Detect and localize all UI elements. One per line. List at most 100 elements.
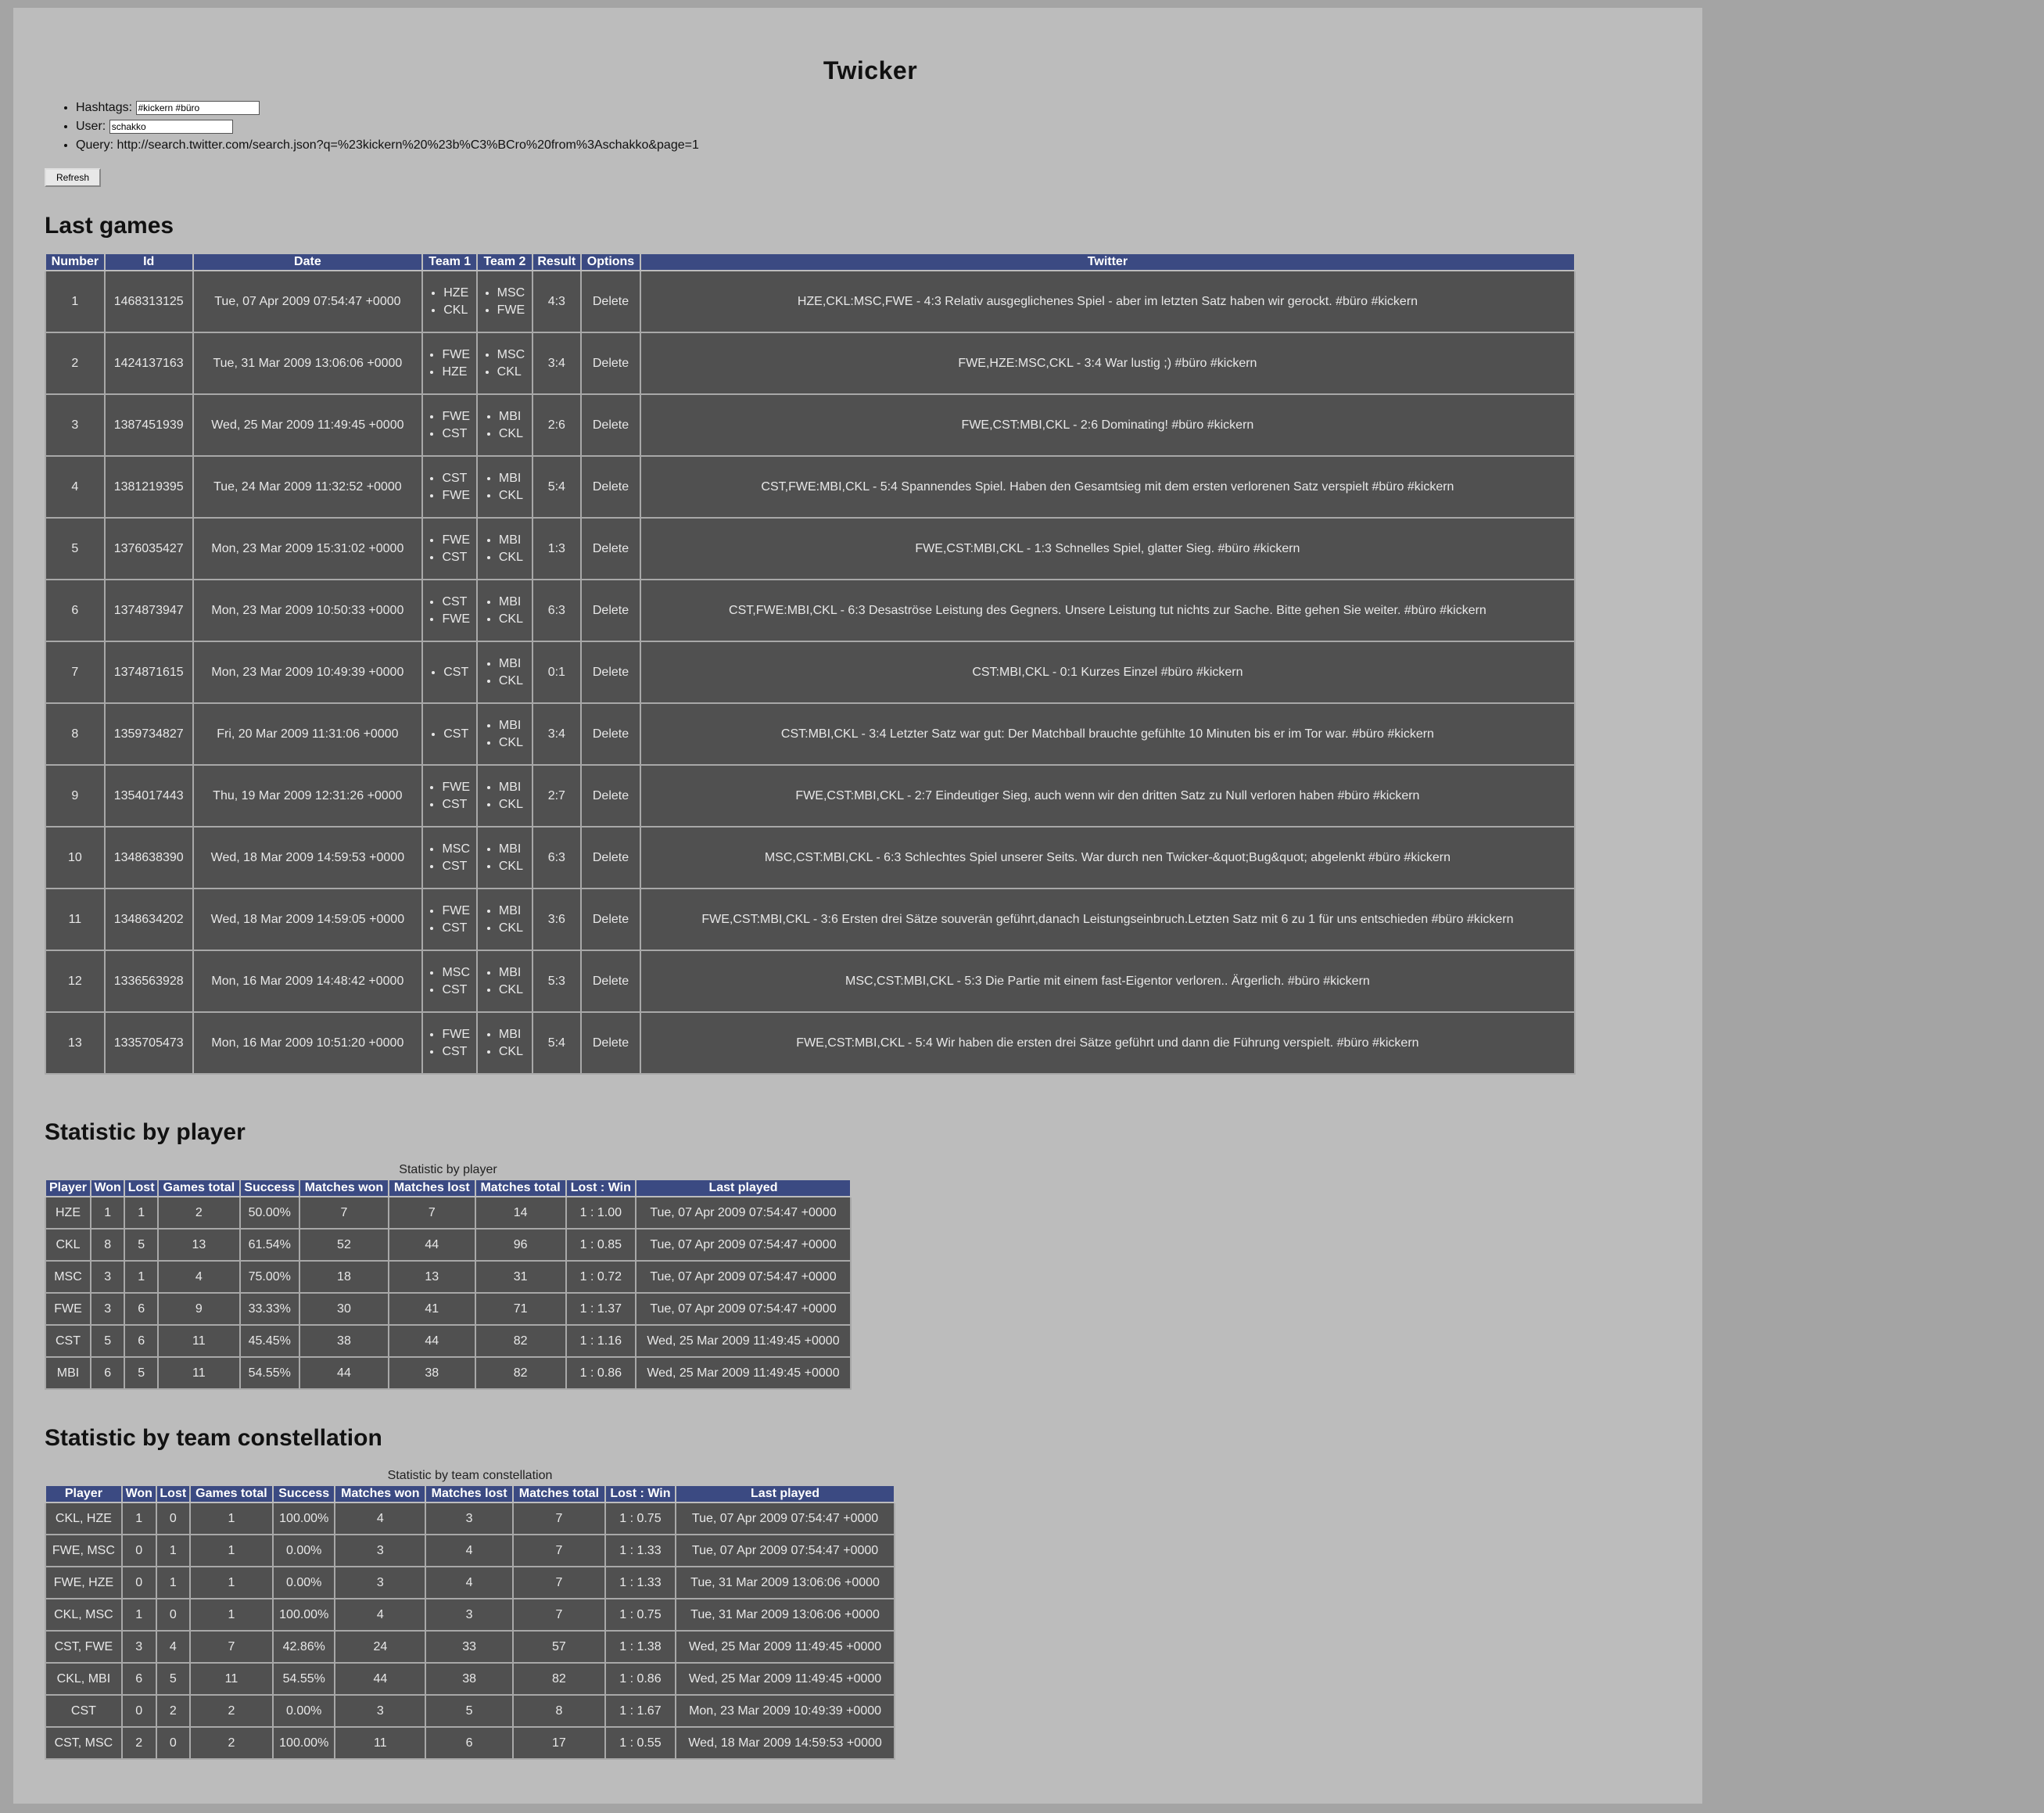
- team-stats-cell: Tue, 07 Apr 2009 07:54:47 +0000: [675, 1502, 895, 1535]
- game-id-cell: 1374873947: [103, 579, 194, 642]
- delete-link[interactable]: Delete: [580, 1011, 641, 1075]
- team-stats-cell: 24: [334, 1630, 427, 1664]
- player-stats-cell: 13: [388, 1260, 476, 1294]
- game-date-cell: Mon, 16 Mar 2009 10:51:20 +0000: [192, 1011, 424, 1075]
- table-row: 11 1348634202 Wed, 18 Mar 2009 14:59:05 +0…: [45, 888, 1576, 951]
- team-stats-cell: 7: [512, 1502, 606, 1535]
- team-stats-cell: 1: [155, 1534, 191, 1567]
- player-stats-cell: 5: [124, 1228, 159, 1262]
- table-row: CKL, MSC 1 0 1 100.00% 4 3 7 1 : 0.75 Tue, 31 Mar…: [45, 1598, 895, 1632]
- player-stats-body: HZE 1 1 2 50.00% 7 7 14 1 : 1.00 Tue, 07 Apr 2009…: [45, 1196, 852, 1390]
- team-stats-cell: 1 : 1.38: [604, 1630, 677, 1664]
- team-player-list: MBICKL: [486, 841, 523, 875]
- team-stats-cell: 0.00%: [271, 1566, 336, 1599]
- player-stats-column-header: Matches total: [474, 1179, 567, 1197]
- team-stats-cell: CKL, HZE: [45, 1502, 123, 1535]
- team-stats-cell: 1 : 0.75: [604, 1598, 677, 1632]
- delete-link[interactable]: Delete: [580, 517, 641, 580]
- delete-link[interactable]: Delete: [580, 332, 641, 395]
- team-stats-cell: 0: [155, 1502, 191, 1535]
- delete-link[interactable]: Delete: [580, 579, 641, 642]
- game-team2-cell: MBICKL: [476, 1011, 533, 1075]
- game-result-cell: 6:3: [531, 579, 583, 642]
- team-player-list: MBICKL: [486, 964, 523, 999]
- game-result-cell: 2:7: [531, 764, 583, 828]
- team-stats-cell: 17: [512, 1726, 606, 1760]
- user-input[interactable]: [109, 119, 233, 134]
- team-stats-cell: 5: [155, 1662, 191, 1696]
- games-header-row: Number Id Date Team 1 Team 2 Result Options Twi…: [45, 253, 1576, 271]
- game-team1-cell: FWECST: [421, 1011, 479, 1075]
- team-player: CST: [443, 664, 468, 681]
- table-row: FWE 3 6 9 33.33% 30 41 71 1 : 1.37 Tue, 07 Apr 20…: [45, 1292, 852, 1326]
- game-team2-cell: MBICKL: [476, 764, 533, 828]
- team-stats-cell: 1 : 1.67: [604, 1694, 677, 1728]
- game-team2-cell: MBICKL: [476, 517, 533, 580]
- team-stats-cell: 6: [120, 1662, 157, 1696]
- team-stats-caption: Statistic by team constellation: [387, 1469, 553, 1482]
- game-result-cell: 6:3: [531, 826, 583, 889]
- team-player-list: MBICKL: [486, 655, 523, 690]
- player-stats-cell: 1 : 0.86: [565, 1356, 637, 1390]
- team-stats-cell: 1: [155, 1566, 191, 1599]
- player-stats-cell: 5: [124, 1356, 159, 1390]
- team-player: FWE: [442, 346, 470, 364]
- team-player: MSC: [442, 964, 470, 982]
- delete-link[interactable]: Delete: [580, 826, 641, 889]
- games-column-header: Result: [531, 253, 583, 271]
- team-player-list: MBICKL: [486, 594, 523, 628]
- team-player: CST: [442, 594, 470, 611]
- refresh-button[interactable]: Refresh: [45, 168, 101, 187]
- game-id-cell: 1336563928: [103, 950, 194, 1013]
- player-stats-cell: MBI: [45, 1356, 91, 1390]
- query-label: Query:: [76, 138, 114, 152]
- game-number-cell: 8: [45, 702, 106, 766]
- game-id-cell: 1381219395: [103, 455, 194, 519]
- game-date-cell: Tue, 24 Mar 2009 11:32:52 +0000: [192, 455, 424, 519]
- game-number-cell: 1: [45, 270, 106, 333]
- player-stats-cell: 1: [124, 1260, 159, 1294]
- delete-link[interactable]: Delete: [580, 393, 641, 457]
- player-stats-column-header: Matches lost: [388, 1179, 476, 1197]
- team-stats-cell: 1: [188, 1534, 274, 1567]
- delete-link[interactable]: Delete: [580, 641, 641, 704]
- team-stats-cell: 57: [512, 1630, 606, 1664]
- team-player: FWE: [442, 487, 470, 504]
- player-stats-cell: 14: [474, 1196, 567, 1230]
- hashtags-input[interactable]: [135, 100, 260, 115]
- game-twitter-cell: FWE,CST:MBI,CKL - 3:6 Ersten drei Sätze …: [639, 888, 1576, 951]
- team-stats-cell: 11: [188, 1662, 274, 1696]
- games-column-header: Date: [192, 253, 424, 271]
- player-stats-cell: 96: [474, 1228, 567, 1262]
- game-team1-cell: CST: [421, 641, 479, 704]
- team-stats-cell: 1: [188, 1502, 274, 1535]
- team-player: CKL: [499, 982, 523, 999]
- game-number-cell: 4: [45, 455, 106, 519]
- team-stats-cell: 7: [512, 1598, 606, 1632]
- team-stats-cell: 54.55%: [271, 1662, 336, 1696]
- game-number-cell: 12: [45, 950, 106, 1013]
- team-stats-cell: 0.00%: [271, 1694, 336, 1728]
- delete-link[interactable]: Delete: [580, 764, 641, 828]
- delete-link[interactable]: Delete: [580, 455, 641, 519]
- delete-link[interactable]: Delete: [580, 270, 641, 333]
- table-row: 3 1387451939 Wed, 25 Mar 2009 11:49:45 +00…: [45, 393, 1576, 457]
- team-stats-cell: 2: [155, 1694, 191, 1728]
- game-id-cell: 1387451939: [103, 393, 194, 457]
- team-player-list: MBICKL: [486, 903, 523, 937]
- team-player: FWE: [442, 611, 470, 628]
- game-id-cell: 1335705473: [103, 1011, 194, 1075]
- table-row: 12 1336563928 Mon, 16 Mar 2009 14:48:42 +0…: [45, 950, 1576, 1013]
- query-item: Query: http://search.twitter.com/search.…: [76, 136, 699, 155]
- team-stats-column-header: Lost : Win: [604, 1485, 677, 1503]
- delete-link[interactable]: Delete: [580, 950, 641, 1013]
- game-twitter-cell: MSC,CST:MBI,CKL - 6:3 Schlechtes Spiel u…: [639, 826, 1576, 889]
- team-stats-cell: Wed, 25 Mar 2009 11:49:45 +0000: [675, 1662, 895, 1696]
- delete-link[interactable]: Delete: [580, 888, 641, 951]
- player-stats-cell: 52: [298, 1228, 390, 1262]
- game-id-cell: 1468313125: [103, 270, 194, 333]
- last-games-heading: Last games: [45, 213, 174, 239]
- team-player: CST: [442, 796, 470, 813]
- delete-link[interactable]: Delete: [580, 702, 641, 766]
- team-stats-cell: 3: [334, 1694, 427, 1728]
